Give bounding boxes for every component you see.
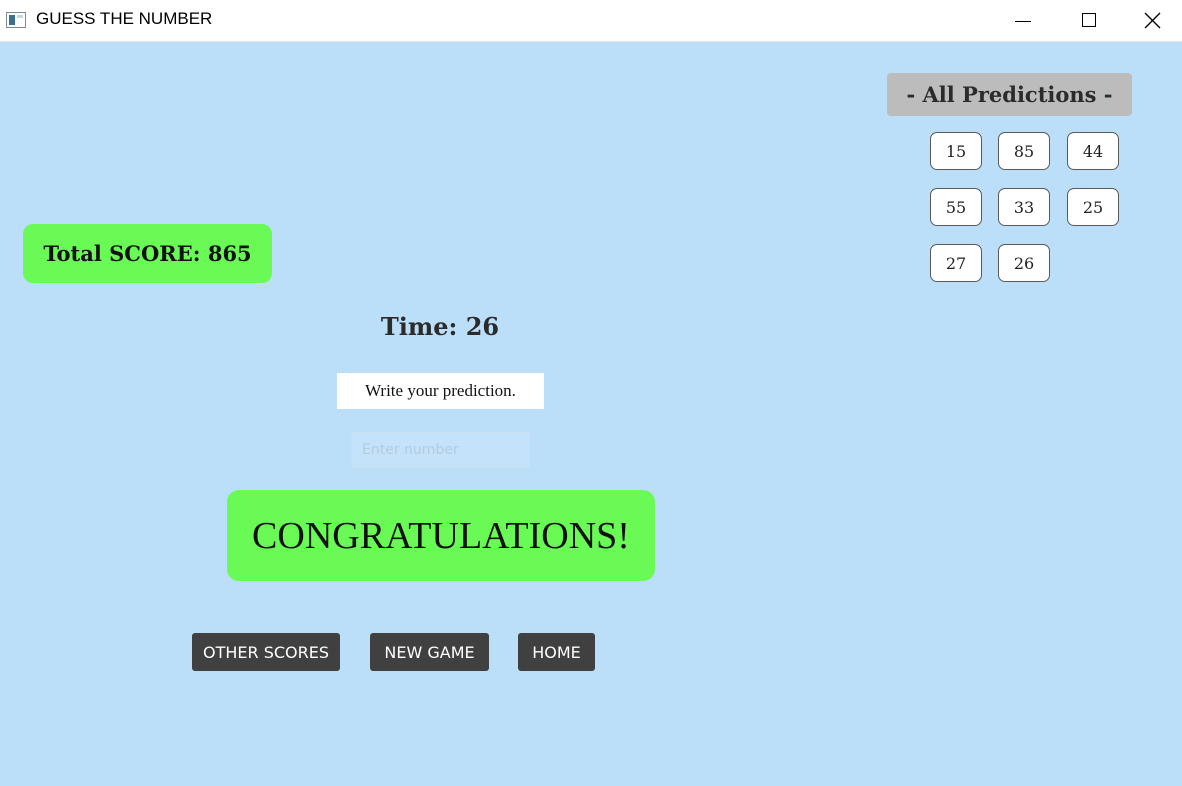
minimize-button[interactable] (990, 0, 1056, 40)
app-icon (6, 12, 26, 28)
prediction-chip: 85 (998, 132, 1050, 170)
minimize-icon (1015, 20, 1031, 22)
prediction-chip: 15 (930, 132, 982, 170)
prediction-chip: 26 (998, 244, 1050, 282)
game-area: Total SCORE: 865 Time: 26 Write your pre… (0, 42, 1182, 786)
new-game-button[interactable]: NEW GAME (370, 633, 489, 671)
title-bar: GUESS THE NUMBER (0, 0, 1182, 42)
close-button[interactable] (1122, 0, 1182, 40)
total-score: Total SCORE: 865 (23, 224, 272, 283)
instruction-label: Write your prediction. (337, 373, 544, 409)
prediction-chip: 44 (1067, 132, 1119, 170)
prediction-chip: 27 (930, 244, 982, 282)
prediction-chip: 55 (930, 188, 982, 226)
number-input[interactable] (351, 432, 530, 468)
window-title: GUESS THE NUMBER (36, 9, 213, 28)
predictions-header: - All Predictions - (887, 73, 1132, 116)
maximize-icon (1082, 13, 1096, 27)
other-scores-button[interactable]: OTHER SCORES (192, 633, 340, 671)
close-icon (1144, 12, 1160, 28)
maximize-button[interactable] (1056, 0, 1122, 40)
result-message: CONGRATULATIONS! (227, 490, 655, 581)
home-button[interactable]: HOME (518, 633, 595, 671)
prediction-chip: 25 (1067, 188, 1119, 226)
prediction-chip: 33 (998, 188, 1050, 226)
timer: Time: 26 (380, 312, 500, 341)
